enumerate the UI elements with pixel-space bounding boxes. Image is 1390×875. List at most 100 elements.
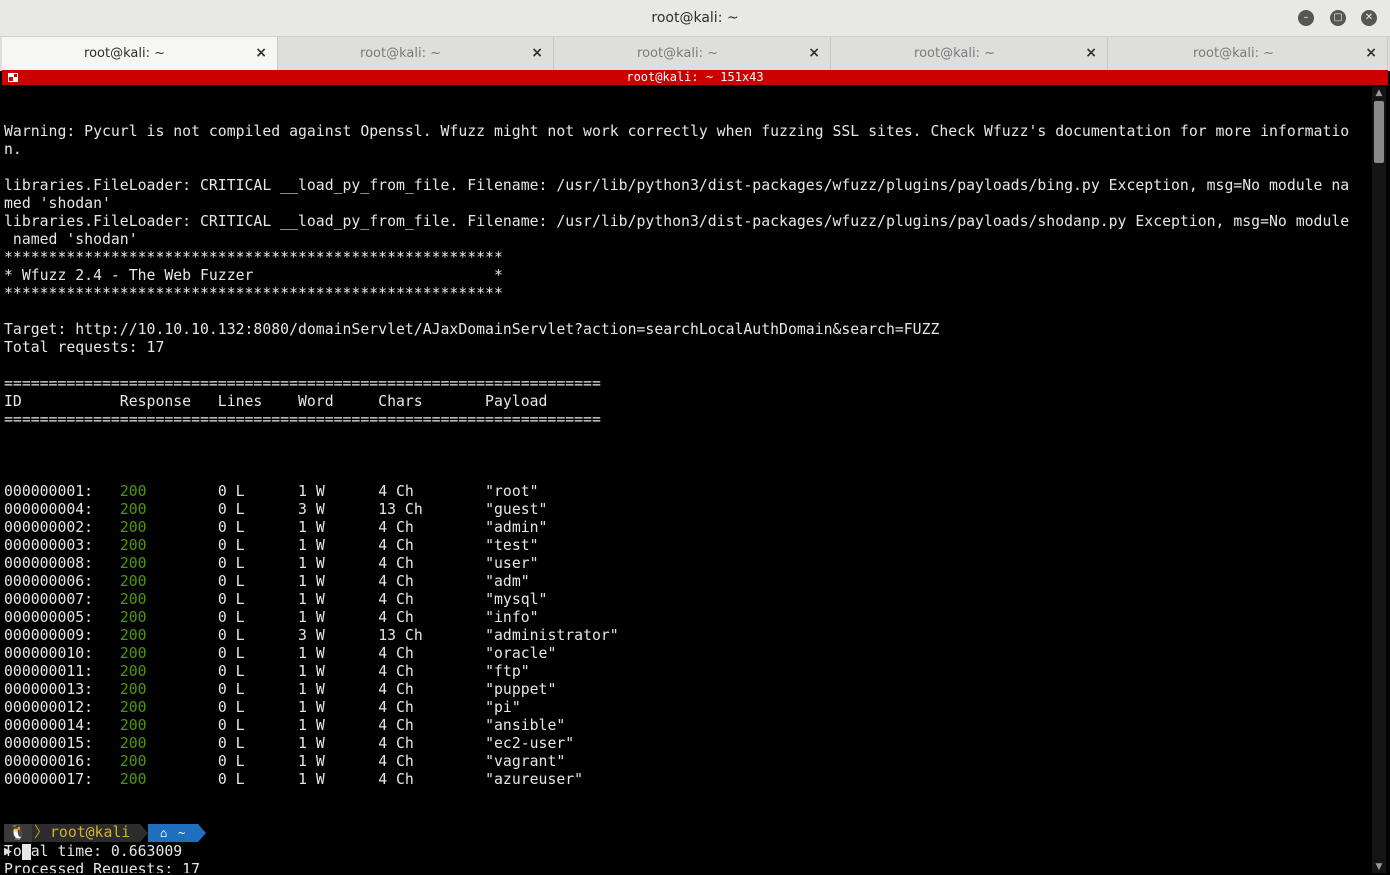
result-id: 000000002:: [4, 519, 120, 536]
result-row: 000000011: 200 0 L 1 W 4 Ch "ftp": [4, 663, 1370, 681]
result-chars: 4 Ch: [378, 537, 486, 554]
tab-3[interactable]: root@kali: ~ ×: [555, 37, 831, 70]
tab-label: root@kali: ~: [914, 46, 995, 61]
tab-close-icon[interactable]: ×: [531, 37, 543, 70]
result-id: 000000007:: [4, 591, 120, 608]
result-chars: 4 Ch: [378, 555, 486, 572]
result-word: 1 W: [298, 573, 379, 590]
result-row: 000000014: 200 0 L 1 W 4 Ch "ansible": [4, 717, 1370, 735]
result-row: 000000015: 200 0 L 1 W 4 Ch "ec2-user": [4, 735, 1370, 753]
text-cursor: [22, 844, 31, 860]
terminal-output[interactable]: Warning: Pycurl is not compiled against …: [4, 87, 1370, 873]
result-lines: 0 L: [217, 699, 298, 716]
result-payload: "mysql": [485, 591, 548, 608]
output-line: Total requests: 17: [4, 339, 165, 356]
summary-line: [4, 825, 1370, 843]
result-id: 000000015:: [4, 735, 120, 752]
scroll-down-icon[interactable]: ▼: [1372, 861, 1386, 873]
minimize-button[interactable]: –: [1298, 10, 1314, 26]
result-chars: 4 Ch: [378, 663, 486, 680]
result-word: 1 W: [298, 735, 379, 752]
tab-label: root@kali: ~: [360, 46, 441, 61]
scrollbar[interactable]: ▲ ▼: [1372, 87, 1386, 873]
tab-close-icon[interactable]: ×: [255, 37, 267, 70]
prompt-arrow: [198, 824, 206, 842]
result-payload: "administrator": [485, 627, 619, 644]
result-id: 000000001:: [4, 483, 120, 500]
result-word: 1 W: [298, 609, 379, 626]
output-line: ========================================…: [4, 411, 601, 428]
result-id: 000000003:: [4, 537, 120, 554]
result-word: 1 W: [298, 591, 379, 608]
result-response: 200: [119, 699, 218, 716]
close-window-button[interactable]: ✕: [1361, 10, 1377, 26]
result-word: 3 W: [298, 501, 379, 518]
result-word: 1 W: [298, 645, 379, 662]
result-id: 000000005:: [4, 609, 120, 626]
result-word: 1 W: [298, 555, 379, 572]
result-response: 200: [119, 645, 218, 662]
result-row: 000000008: 200 0 L 1 W 4 Ch "user": [4, 555, 1370, 573]
tab-close-icon[interactable]: ×: [1365, 37, 1377, 70]
result-row: 000000005: 200 0 L 1 W 4 Ch "info": [4, 609, 1370, 627]
result-payload: "puppet": [485, 681, 557, 698]
tab-close-icon[interactable]: ×: [808, 37, 820, 70]
result-id: 000000016:: [4, 753, 120, 770]
output-line: libraries.FileLoader: CRITICAL __load_py…: [4, 177, 1350, 194]
result-chars: 13 Ch: [378, 627, 486, 644]
result-payload: "root": [485, 483, 539, 500]
result-word: 1 W: [298, 663, 379, 680]
result-payload: "vagrant": [485, 753, 566, 770]
title-bar: root@kali: ~ – ▢ ✕: [0, 0, 1390, 37]
scrollbar-thumb[interactable]: [1374, 101, 1384, 163]
result-row: 000000012: 200 0 L 1 W 4 Ch "pi": [4, 699, 1370, 717]
result-payload: "ftp": [485, 663, 530, 680]
result-row: 000000002: 200 0 L 1 W 4 Ch "admin": [4, 519, 1370, 537]
result-lines: 0 L: [217, 627, 298, 644]
result-chars: 4 Ch: [378, 519, 486, 536]
result-word: 3 W: [298, 627, 379, 644]
result-id: 000000010:: [4, 645, 120, 662]
result-chars: 4 Ch: [378, 753, 486, 770]
output-line: ****************************************…: [4, 249, 503, 266]
scroll-up-icon[interactable]: ▲: [1372, 87, 1386, 99]
result-row: 000000016: 200 0 L 1 W 4 Ch "vagrant": [4, 753, 1370, 771]
result-word: 1 W: [298, 717, 379, 734]
output-line: n.: [4, 141, 22, 158]
tab-close-icon[interactable]: ×: [1085, 37, 1097, 70]
output-line: ========================================…: [4, 375, 601, 392]
output-line: libraries.FileLoader: CRITICAL __load_py…: [4, 213, 1350, 230]
output-summary: Total time: 0.663009 Processed Requests: …: [4, 825, 1370, 873]
tab-4[interactable]: root@kali: ~ ×: [832, 37, 1108, 70]
maximize-button[interactable]: ▢: [1330, 10, 1346, 26]
result-lines: 0 L: [217, 591, 298, 608]
result-response: 200: [119, 573, 218, 590]
tab-5[interactable]: root@kali: ~ ×: [1110, 37, 1388, 70]
result-payload: "ec2-user": [485, 735, 575, 752]
tab-bar: root@kali: ~ × root@kali: ~ × root@kali:…: [0, 37, 1390, 71]
result-id: 000000009:: [4, 627, 120, 644]
result-lines: 0 L: [217, 555, 298, 572]
result-row: 000000017: 200 0 L 1 W 4 Ch "azureuser": [4, 771, 1370, 789]
result-lines: 0 L: [217, 609, 298, 626]
result-response: 200: [119, 501, 218, 518]
tab-label: root@kali: ~: [84, 46, 165, 61]
output-preamble: Warning: Pycurl is not compiled against …: [4, 123, 1370, 447]
results-table: 000000001: 200 0 L 1 W 4 Ch "root" 000000…: [4, 483, 1370, 789]
result-chars: 4 Ch: [378, 645, 486, 662]
prompt-directory-segment: ⌂ ~: [148, 824, 198, 842]
result-word: 1 W: [298, 681, 379, 698]
result-chars: 4 Ch: [378, 771, 486, 788]
result-lines: 0 L: [217, 645, 298, 662]
result-response: 200: [119, 609, 218, 626]
tab-label: root@kali: ~: [1193, 46, 1274, 61]
result-word: 1 W: [298, 753, 379, 770]
result-response: 200: [119, 483, 218, 500]
command-input-line[interactable]: ▶: [4, 843, 31, 861]
result-response: 200: [119, 555, 218, 572]
tab-2[interactable]: root@kali: ~ ×: [278, 37, 554, 70]
tab-1[interactable]: root@kali: ~ ×: [2, 37, 278, 70]
result-row: 000000013: 200 0 L 1 W 4 Ch "puppet": [4, 681, 1370, 699]
